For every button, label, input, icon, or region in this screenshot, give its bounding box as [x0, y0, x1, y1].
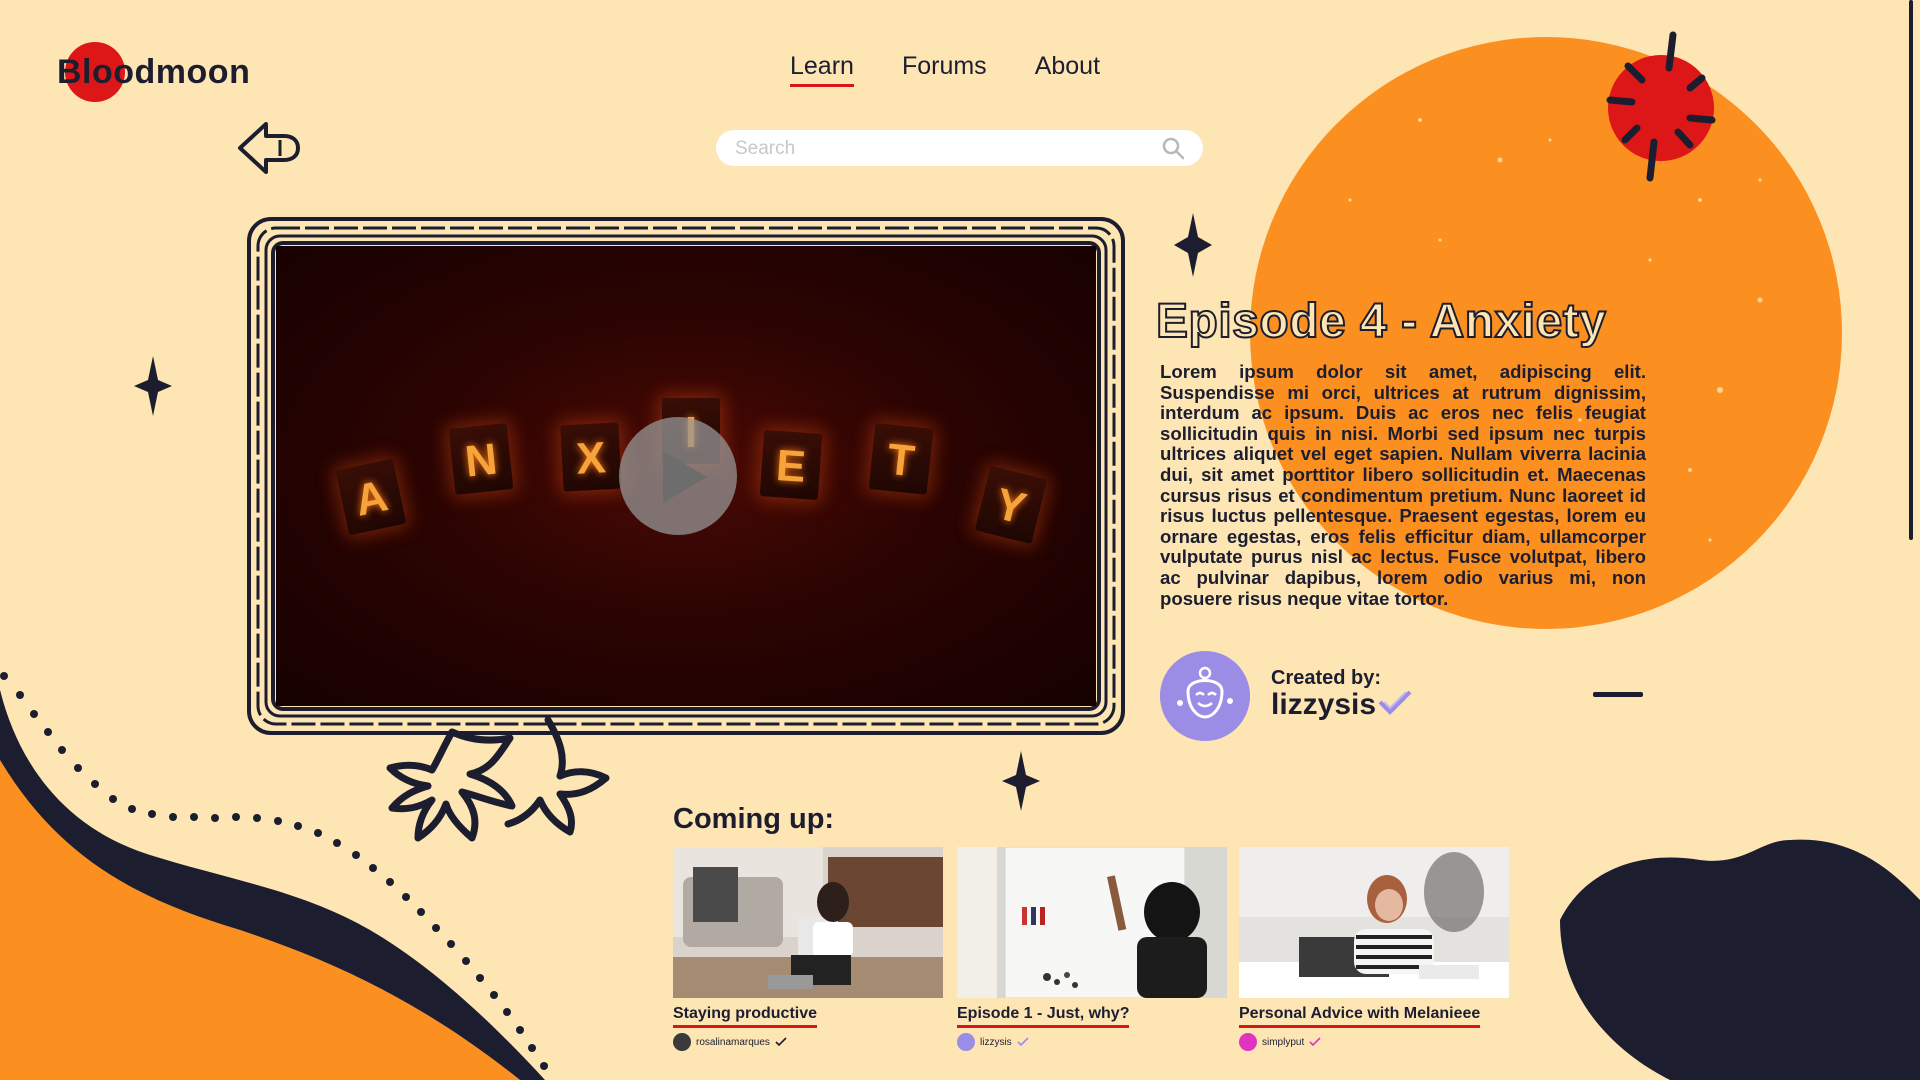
main-nav: Learn Forums About [790, 52, 1100, 87]
card-author[interactable]: simplyput [1262, 1037, 1304, 1048]
brand-logo[interactable]: Bloodmoon [57, 42, 250, 102]
letter-tile: E [759, 430, 823, 500]
letter-tile: T [868, 423, 934, 495]
coming-up-card[interactable]: Personal Advice with Melanieee simplyput [1239, 847, 1509, 1051]
verified-check-icon [1309, 1037, 1321, 1047]
navy-blob-shape [1560, 839, 1920, 1080]
creator-avatar[interactable] [1160, 651, 1250, 741]
card-title[interactable]: Episode 1 - Just, why? [957, 1005, 1130, 1028]
creator-name[interactable]: lizzysis [1271, 688, 1376, 722]
verified-check-icon [1017, 1037, 1029, 1047]
brand-name: Bloodmoon [57, 53, 251, 91]
back-arrow-icon[interactable] [236, 118, 302, 178]
card-title[interactable]: Staying productive [673, 1005, 818, 1028]
search-icon[interactable] [1161, 136, 1185, 160]
nav-about[interactable]: About [1035, 52, 1100, 87]
card-title[interactable]: Personal Advice with Melanieee [1239, 1005, 1481, 1028]
search-input[interactable] [733, 130, 1157, 168]
sparkle-shape [134, 356, 172, 416]
verified-check-icon [775, 1037, 787, 1047]
play-icon[interactable] [619, 417, 737, 535]
coming-up-card[interactable]: Staying productive rosalinamarques [673, 847, 943, 1051]
episode-description: Lorem ipsum dolor sit amet, adipiscing e… [1160, 361, 1646, 609]
sparkle-shape [1174, 213, 1212, 277]
card-author[interactable]: lizzysis [980, 1037, 1012, 1048]
card-thumbnail[interactable] [673, 847, 943, 998]
card-thumbnail[interactable] [1239, 847, 1509, 998]
search-bar [716, 130, 1203, 168]
nav-learn[interactable]: Learn [790, 52, 854, 87]
letter-tile: X [560, 422, 622, 492]
card-meta: lizzysis [957, 1033, 1227, 1051]
card-meta: rosalinamarques [673, 1033, 943, 1051]
sparkle-shape [1002, 751, 1040, 811]
scribble-flower-shape [386, 716, 610, 842]
author-avatar[interactable] [1239, 1033, 1257, 1051]
created-by-label: Created by: [1271, 667, 1382, 689]
episode-title: Episode 4 - Anxiety [1155, 294, 1607, 349]
author-avatar[interactable] [673, 1033, 691, 1051]
letter-tile: N [448, 423, 514, 495]
minimize-bar[interactable] [1593, 692, 1643, 697]
card-author[interactable]: rosalinamarques [696, 1037, 770, 1048]
verified-check-icon [1378, 690, 1412, 715]
coming-up-title: Coming up: [673, 803, 835, 835]
card-thumbnail[interactable] [957, 847, 1227, 998]
video-player[interactable]: A N X I E T Y [276, 246, 1096, 706]
nav-forums[interactable]: Forums [902, 52, 987, 87]
coming-up-card[interactable]: Episode 1 - Just, why? lizzysis [957, 847, 1227, 1051]
author-avatar[interactable] [957, 1033, 975, 1051]
card-meta: simplyput [1239, 1033, 1509, 1051]
page-scrollbar[interactable] [1909, 0, 1913, 540]
